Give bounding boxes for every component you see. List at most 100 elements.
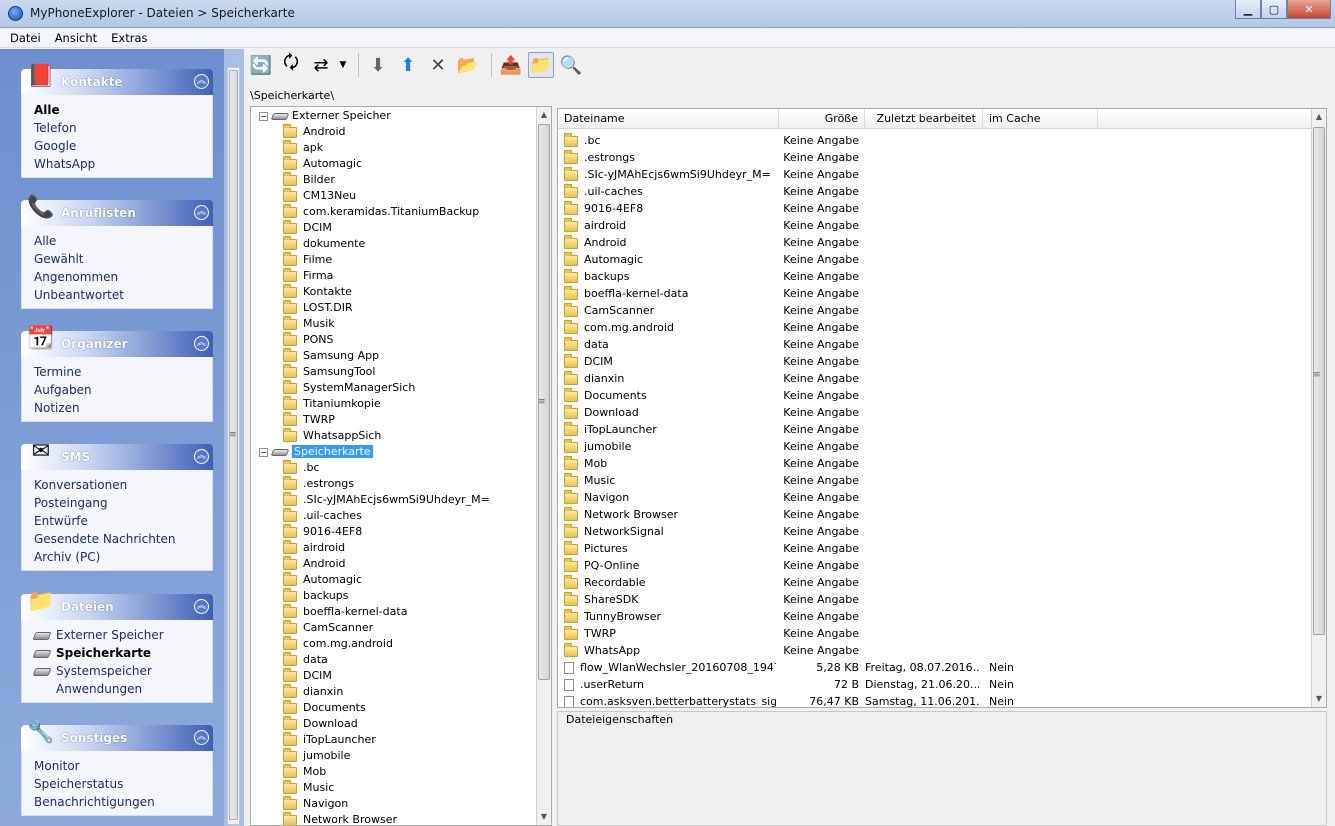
sidebar-panel-header-dateien[interactable]: 📁 Dateien ︽	[21, 589, 213, 620]
table-row[interactable]: Automagic Keine Angabe	[558, 251, 1313, 268]
table-row[interactable]: PQ-Online Keine Angabe	[558, 557, 1313, 574]
table-row[interactable]: boeffla-kernel-data Keine Angabe	[558, 285, 1313, 302]
table-row[interactable]: backups Keine Angabe	[558, 268, 1313, 285]
column-header-zuletzt-bearbeitet[interactable]: Zuletzt bearbeitet	[865, 109, 983, 129]
sidebar-item-externer-speicher[interactable]: Externer Speicher	[32, 626, 212, 644]
tree-item[interactable]: Automagic	[283, 155, 362, 172]
sidebar-item-whatsapp[interactable]: WhatsApp	[34, 155, 212, 173]
tree-item[interactable]: Automagic	[283, 571, 362, 588]
menu-ansicht[interactable]: Ansicht	[55, 31, 97, 45]
sidebar-panel-header-anruflisten[interactable]: 📞 Anruflisten ︽	[21, 195, 213, 226]
sidebar-splitter-grip[interactable]: ≡	[229, 430, 237, 440]
sidebar-item-speicherkarte[interactable]: Speicherkarte	[32, 644, 212, 662]
table-row[interactable]: Navigon Keine Angabe	[558, 489, 1313, 506]
collapse-chevron-icon[interactable]: ︽	[194, 599, 209, 614]
table-row[interactable]: CamScanner Keine Angabe	[558, 302, 1313, 319]
sidebar-item-benachrichtigungen[interactable]: Benachrichtigungen	[34, 793, 212, 811]
tree-item[interactable]: WhatsappSich	[283, 427, 381, 444]
download-button[interactable]: ⬇	[365, 52, 391, 78]
sidebar-item-angenommen[interactable]: Angenommen	[34, 268, 212, 286]
table-row[interactable]: .bc Keine Angabe	[558, 132, 1313, 149]
table-row[interactable]: com.mg.android Keine Angabe	[558, 319, 1313, 336]
sidebar-panel-header-organizer[interactable]: 📆 Organizer ︽	[21, 326, 213, 357]
table-row[interactable]: Recordable Keine Angabe	[558, 574, 1313, 591]
tree-item[interactable]: Download	[283, 715, 358, 732]
sidebar-item-google[interactable]: Google	[34, 137, 212, 155]
tree-item[interactable]: TWRP	[283, 411, 335, 428]
sidebar-item-termine[interactable]: Termine	[34, 363, 212, 381]
upload-button[interactable]: ⬆	[395, 52, 421, 78]
new-folder-button[interactable]: 📂	[455, 52, 481, 78]
table-row[interactable]: NetworkSignal Keine Angabe	[558, 523, 1313, 540]
sidebar-panel-header-sonstiges[interactable]: 🔧 Sonstiges ︽	[21, 720, 213, 751]
tree-root-externer-speicher[interactable]: − Externer Speicher	[259, 108, 391, 124]
table-row[interactable]: jumobile Keine Angabe	[558, 438, 1313, 455]
tree-item[interactable]: backups	[283, 587, 349, 604]
table-row[interactable]: data Keine Angabe	[558, 336, 1313, 353]
table-row[interactable]: Music Keine Angabe	[558, 472, 1313, 489]
sidebar-item-gewählt[interactable]: Gewählt	[34, 250, 212, 268]
tree-root-speicherkarte[interactable]: − Speicherkarte	[259, 444, 373, 460]
table-row[interactable]: .estrongs Keine Angabe	[558, 149, 1313, 166]
tree-item[interactable]: Filme	[283, 251, 332, 268]
collapse-minus-icon[interactable]: −	[259, 447, 268, 457]
collapse-chevron-icon[interactable]: ︽	[194, 205, 209, 220]
table-row[interactable]: .SIc-yJMAhEcjs6wmSi9Uhdeyr_M= Keine Angab…	[558, 166, 1313, 183]
tree-item[interactable]: CM13Neu	[283, 187, 356, 204]
close-button[interactable]: ✕	[1287, 0, 1331, 19]
tree-view-button[interactable]: 📁	[528, 52, 554, 78]
table-row[interactable]: WhatsApp Keine Angabe	[558, 642, 1313, 659]
table-row[interactable]: Pictures Keine Angabe	[558, 540, 1313, 557]
collapse-chevron-icon[interactable]: ︽	[194, 449, 209, 464]
tree-item[interactable]: Bilder	[283, 171, 335, 188]
tree-item[interactable]: dokumente	[283, 235, 365, 252]
maximize-button[interactable]: ▢	[1261, 0, 1287, 19]
minimize-button[interactable]: ▁	[1235, 0, 1261, 19]
tree-item[interactable]: Network Browser	[283, 811, 397, 825]
tree-item[interactable]: .bc	[283, 459, 320, 476]
collapse-chevron-icon[interactable]: ︽	[194, 730, 209, 745]
tree-item[interactable]: data	[283, 651, 328, 668]
refresh-button[interactable]: 🔄	[248, 52, 274, 78]
tree-item[interactable]: .estrongs	[283, 475, 354, 492]
tree-item[interactable]: Documents	[283, 699, 366, 716]
sidebar-item-alle[interactable]: Alle	[34, 232, 212, 250]
tree-item[interactable]: Samsung App	[283, 347, 379, 364]
sidebar-item-monitor[interactable]: Monitor	[34, 757, 212, 775]
tree-item[interactable]: .uil-caches	[283, 507, 362, 524]
folder-up-button[interactable]: 📤	[498, 52, 524, 78]
column-header-groesse[interactable]: Größe	[779, 109, 865, 129]
tree-item[interactable]: iTopLauncher	[283, 731, 376, 748]
table-row[interactable]: 9016-4EF8 Keine Angabe	[558, 200, 1313, 217]
table-row[interactable]: airdroid Keine Angabe	[558, 217, 1313, 234]
tree-item[interactable]: airdroid	[283, 539, 345, 556]
search-button[interactable]: 🔍	[558, 52, 584, 78]
table-row[interactable]: ShareSDK Keine Angabe	[558, 591, 1313, 608]
tree-item[interactable]: Kontakte	[283, 283, 352, 300]
table-row[interactable]: iTopLauncher Keine Angabe	[558, 421, 1313, 438]
sidebar-item-archiv-pc-[interactable]: Archiv (PC)	[34, 548, 212, 566]
convert-button[interactable]: ⇄	[308, 52, 334, 78]
tree-splitter-grip[interactable]: ≡	[538, 397, 546, 407]
table-row[interactable]: TunnyBrowser Keine Angabe	[558, 608, 1313, 625]
tree-item[interactable]: DCIM	[283, 667, 332, 684]
table-row[interactable]: .uil-caches Keine Angabe	[558, 183, 1313, 200]
sidebar-item-konversationen[interactable]: Konversationen	[34, 476, 212, 494]
tree-item[interactable]: boeffla-kernel-data	[283, 603, 407, 620]
file-list-scrollbar[interactable]: ▲ ▼	[1311, 109, 1326, 707]
table-row[interactable]: DCIM Keine Angabe	[558, 353, 1313, 370]
collapse-chevron-icon[interactable]: ︽	[194, 336, 209, 351]
list-scroll-down-icon[interactable]: ▼	[1312, 691, 1326, 707]
sync-button[interactable]: 🗘	[278, 52, 304, 78]
tree-item[interactable]: PONS	[283, 331, 334, 348]
tree-item[interactable]: Firma	[283, 267, 333, 284]
tree-item[interactable]: SystemManagerSich	[283, 379, 415, 396]
table-row[interactable]: flow_WlanWechsler_20160708_1947... 5,28 K…	[558, 659, 1313, 676]
tree-item[interactable]: Mob	[283, 763, 326, 780]
sidebar-item-entwürfe[interactable]: Entwürfe	[34, 512, 212, 530]
sidebar-item-telefon[interactable]: Telefon	[34, 119, 212, 137]
column-header-im-cache[interactable]: im Cache	[983, 109, 1098, 129]
menu-extras[interactable]: Extras	[111, 31, 147, 45]
menu-datei[interactable]: Datei	[10, 31, 41, 45]
collapse-minus-icon[interactable]: −	[259, 111, 268, 121]
